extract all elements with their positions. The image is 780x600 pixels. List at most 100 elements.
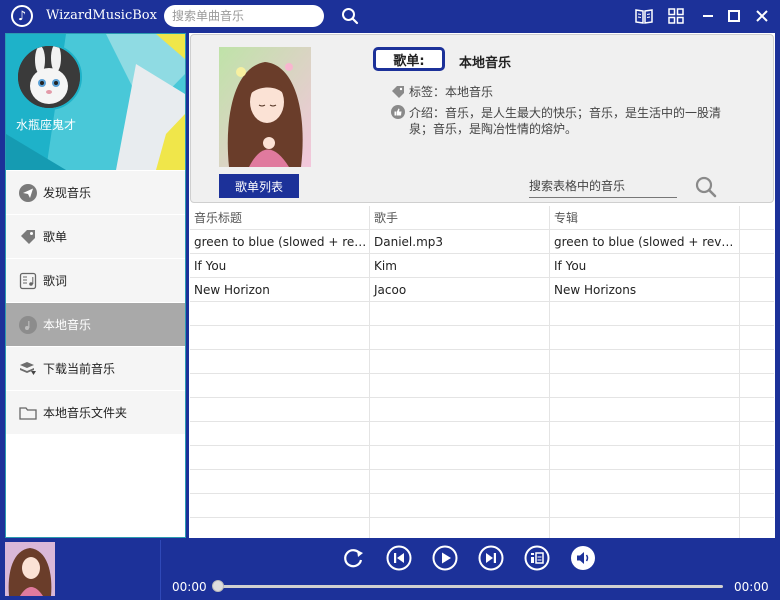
maximize-icon[interactable] — [724, 6, 744, 26]
minimize-icon[interactable] — [698, 6, 718, 26]
empty-cell — [190, 470, 370, 494]
table-search-icon[interactable] — [695, 176, 717, 198]
playlist-label-badge: 歌单: — [373, 47, 445, 71]
progress-bar[interactable] — [212, 580, 723, 592]
previous-track-icon[interactable] — [386, 545, 412, 571]
sidebar-item-local-folder[interactable]: 本地音乐文件夹 — [6, 391, 185, 435]
search-input[interactable] — [164, 5, 324, 27]
table-empty-row — [190, 302, 774, 326]
empty-cell — [370, 398, 550, 422]
sidebar: 水瓶座鬼才 发现音乐 歌单 歌词 本地音乐 下载当前音乐 本地音乐文件夹 — [5, 33, 186, 538]
playlist-intro-text: 介绍：音乐，是人生最大的快乐；音乐，是生活中的一股清泉；音乐，是陶冶性情的熔炉。 — [409, 106, 722, 136]
sidebar-item-download[interactable]: 下载当前音乐 — [6, 347, 185, 391]
lyrics-icon — [18, 271, 38, 291]
sidebar-item-label: 本地音乐 — [43, 318, 92, 332]
empty-cell — [550, 302, 740, 326]
sidebar-item-label: 下载当前音乐 — [43, 362, 116, 376]
empty-cell — [550, 446, 740, 470]
empty-cell — [190, 302, 370, 326]
empty-cell — [550, 398, 740, 422]
playlist-tags-text: 标签：本地音乐 — [409, 85, 494, 99]
play-icon[interactable] — [432, 545, 458, 571]
loop-icon[interactable] — [340, 545, 366, 571]
cell-title: green to blue (slowed + reverb) — [190, 230, 370, 254]
cell-artist: Kim — [370, 254, 550, 278]
empty-cell — [740, 350, 774, 374]
empty-cell — [550, 374, 740, 398]
empty-cell — [370, 302, 550, 326]
progress-thumb[interactable] — [212, 580, 224, 592]
empty-cell — [370, 374, 550, 398]
column-header-album[interactable]: 专辑 — [550, 206, 740, 230]
table-row[interactable]: New Horizon Jacoo New Horizons — [190, 278, 774, 302]
send-icon — [18, 183, 38, 203]
table-empty-row — [190, 422, 774, 446]
cell-album: New Horizons — [550, 278, 740, 302]
music-note-logo-icon: ♪ — [11, 5, 33, 27]
table-row[interactable]: green to blue (slowed + reverb) Daniel.m… — [190, 230, 774, 254]
sidebar-item-playlist[interactable]: 歌单 — [6, 215, 185, 259]
empty-cell — [740, 398, 774, 422]
column-header-title[interactable]: 音乐标题 — [190, 206, 370, 230]
empty-cell — [740, 494, 774, 518]
cell-title: If You — [190, 254, 370, 278]
close-icon[interactable] — [752, 6, 772, 26]
empty-cell — [550, 518, 740, 538]
download-icon — [18, 359, 38, 379]
title-bar: ♪ WizardMusicBox — [0, 0, 780, 32]
volume-icon[interactable] — [570, 545, 596, 571]
empty-cell — [370, 446, 550, 470]
column-header-artist[interactable]: 歌手 — [370, 206, 550, 230]
empty-cell — [190, 494, 370, 518]
avatar[interactable] — [16, 44, 82, 110]
empty-cell — [190, 350, 370, 374]
cell-album: If You — [550, 254, 740, 278]
empty-cell — [190, 518, 370, 538]
empty-cell — [740, 302, 774, 326]
empty-cell — [370, 494, 550, 518]
empty-cell — [740, 470, 774, 494]
music-note-icon — [18, 315, 38, 335]
sidebar-item-label: 发现音乐 — [43, 186, 92, 200]
playlist-intro: 介绍：音乐，是人生最大的快乐；音乐，是生活中的一股清泉；音乐，是陶冶性情的熔炉。 — [391, 105, 739, 137]
skin-book-icon[interactable] — [634, 6, 654, 26]
lyrics-toggle-icon[interactable] — [524, 545, 550, 571]
playlist-list-button[interactable]: 歌单列表 — [219, 174, 299, 198]
table-row[interactable]: If You Kim If You — [190, 254, 774, 278]
grid-menu-icon[interactable] — [666, 6, 686, 26]
sidebar-item-discover[interactable]: 发现音乐 — [6, 171, 185, 215]
table-empty-row — [190, 470, 774, 494]
current-time: 00:00 — [172, 580, 207, 594]
empty-cell — [370, 350, 550, 374]
empty-cell — [740, 446, 774, 470]
cell-artist: Daniel.mp3 — [370, 230, 550, 254]
main-panel: 歌单列表 歌单: 本地音乐 标签：本地音乐 介绍：音乐，是人生最大的快乐；音乐，… — [189, 33, 775, 538]
sidebar-item-label: 歌单 — [43, 230, 68, 244]
table-header-row: 音乐标题 歌手 专辑 — [190, 206, 774, 230]
sidebar-menu: 发现音乐 歌单 歌词 本地音乐 下载当前音乐 本地音乐文件夹 — [6, 171, 185, 435]
cell-extra — [740, 254, 774, 278]
sidebar-item-local-music[interactable]: 本地音乐 — [6, 303, 185, 347]
empty-cell — [190, 422, 370, 446]
now-playing-cover[interactable] — [5, 542, 55, 596]
thumbs-up-icon — [391, 105, 405, 137]
empty-cell — [550, 470, 740, 494]
empty-cell — [740, 374, 774, 398]
tag-icon — [391, 85, 405, 99]
cell-title: New Horizon — [190, 278, 370, 302]
search-icon[interactable] — [340, 6, 360, 26]
sidebar-item-lyrics[interactable]: 歌词 — [6, 259, 185, 303]
sidebar-item-label: 歌词 — [43, 274, 68, 288]
sidebar-item-label: 本地音乐文件夹 — [43, 406, 128, 420]
app-title: WizardMusicBox — [46, 8, 157, 23]
next-track-icon[interactable] — [478, 545, 504, 571]
table-search-input[interactable] — [529, 175, 677, 198]
table-empty-row — [190, 374, 774, 398]
table-empty-rows — [190, 302, 774, 538]
total-time: 00:00 — [734, 580, 769, 594]
profile-banner: 水瓶座鬼才 — [6, 34, 185, 170]
table-empty-row — [190, 398, 774, 422]
empty-cell — [740, 326, 774, 350]
user-name[interactable]: 水瓶座鬼才 — [16, 116, 76, 133]
cell-album: green to blue (slowed + reverb) — [550, 230, 740, 254]
